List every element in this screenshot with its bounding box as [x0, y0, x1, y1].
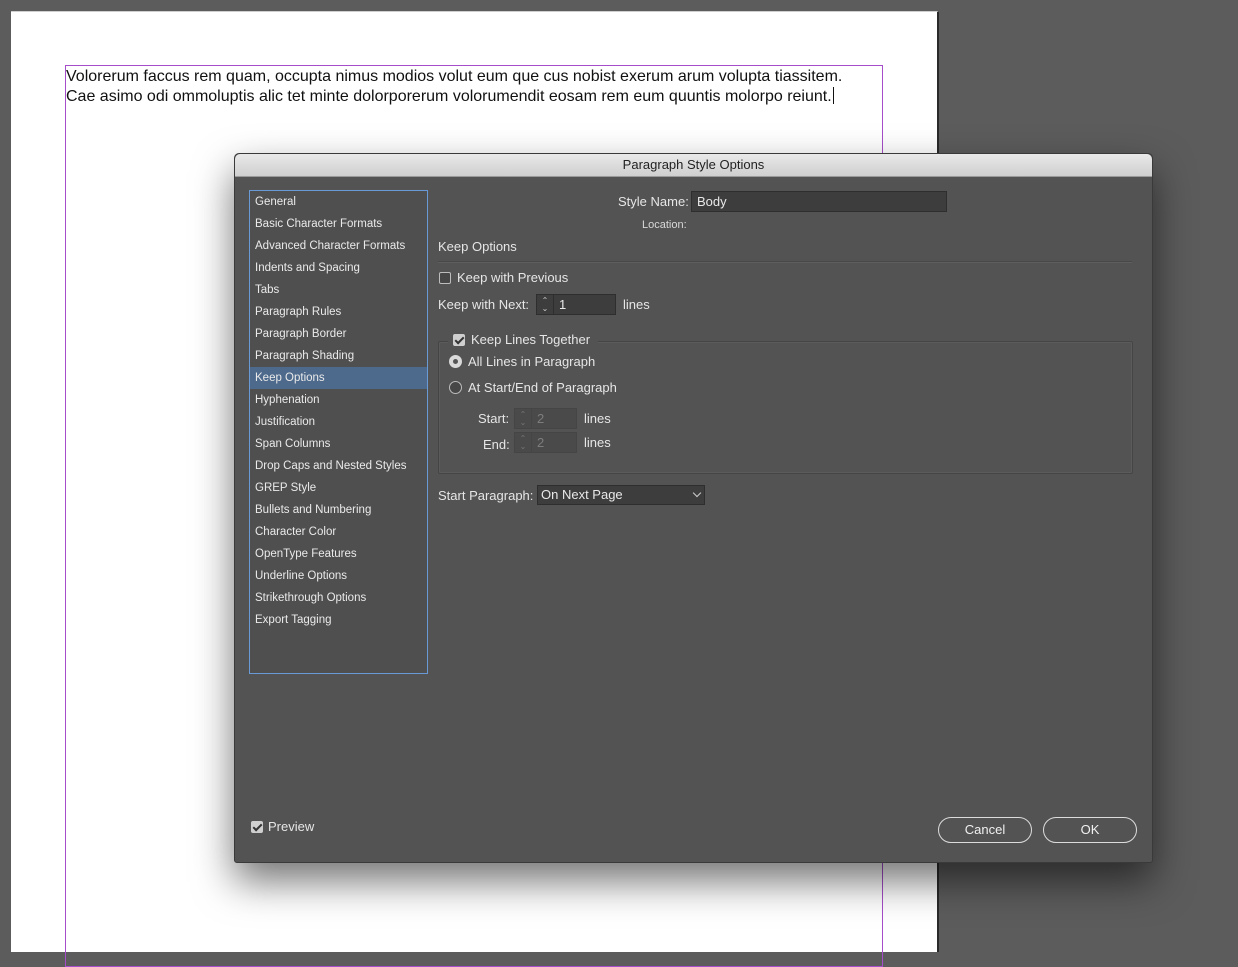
category-item[interactable]: Justification [250, 411, 427, 433]
category-item[interactable]: Export Tagging [250, 609, 427, 631]
location-label: Location: [642, 219, 687, 231]
category-item[interactable]: GREP Style [250, 477, 427, 499]
start-label: Start: [478, 411, 510, 426]
category-item[interactable]: General [250, 191, 427, 213]
style-name-label: Style Name: [618, 194, 689, 209]
end-input[interactable]: 2 [531, 432, 577, 453]
category-item[interactable]: OpenType Features [250, 543, 427, 565]
start-paragraph-select[interactable]: On Next Page [537, 485, 705, 505]
category-item[interactable]: Character Color [250, 521, 427, 543]
paragraph-style-options-dialog: Paragraph Style Options General Basic Cha… [234, 153, 1153, 863]
body-text-content: Volorerum faccus rem quam, occupta nimus… [66, 68, 843, 105]
category-item[interactable]: Hyphenation [250, 389, 427, 411]
section-title: Keep Options [438, 239, 517, 254]
stepper-down-icon[interactable]: ⌄ [520, 418, 527, 427]
category-item[interactable]: Advanced Character Formats [250, 235, 427, 257]
start-paragraph-value: On Next Page [541, 487, 623, 502]
end-label: End: [483, 437, 510, 452]
style-name-input[interactable]: Body [691, 191, 947, 212]
text-cursor [832, 87, 834, 104]
category-list[interactable]: General Basic Character Formats Advanced C… [249, 190, 428, 674]
end-stepper[interactable]: ⌃ ⌄ [514, 432, 531, 453]
category-item[interactable]: Tabs [250, 279, 427, 301]
keep-with-previous-label: Keep with Previous [457, 270, 569, 285]
start-paragraph-label: Start Paragraph: [438, 488, 534, 503]
category-item[interactable]: Indents and Spacing [250, 257, 427, 279]
keep-with-next-unit: lines [623, 297, 650, 312]
preview-label: Preview [268, 819, 315, 834]
keep-with-next-stepper[interactable]: ⌃ ⌄ [536, 294, 553, 315]
category-item[interactable]: Paragraph Border [250, 323, 427, 345]
section-divider [438, 261, 1132, 263]
body-text[interactable]: Volorerum faccus rem quam, occupta nimus… [66, 67, 866, 107]
category-item[interactable]: Paragraph Rules [250, 301, 427, 323]
preview-checkbox[interactable] [251, 821, 263, 833]
category-item[interactable]: Basic Character Formats [250, 213, 427, 235]
keep-lines-together-checkbox[interactable] [453, 334, 465, 346]
all-lines-radio[interactable] [449, 355, 462, 368]
stepper-down-icon[interactable]: ⌄ [542, 304, 549, 313]
category-item[interactable]: Underline Options [250, 565, 427, 587]
stepper-down-icon[interactable]: ⌄ [520, 442, 527, 451]
category-item[interactable]: Span Columns [250, 433, 427, 455]
category-item[interactable]: Drop Caps and Nested Styles [250, 455, 427, 477]
keep-lines-together-label: Keep Lines Together [471, 332, 591, 347]
keep-with-next-label: Keep with Next: [438, 297, 530, 312]
start-end-radio[interactable] [449, 381, 462, 394]
chevron-down-icon [692, 488, 702, 498]
category-item[interactable]: Strikethrough Options [250, 587, 427, 609]
cancel-button[interactable]: Cancel [938, 817, 1032, 843]
ok-button[interactable]: OK [1043, 817, 1137, 843]
keep-with-previous-checkbox[interactable] [439, 272, 451, 284]
dialog-title[interactable]: Paragraph Style Options [235, 154, 1152, 177]
keep-with-next-input[interactable]: 1 [553, 294, 616, 315]
category-item[interactable]: Keep Options [250, 367, 427, 389]
start-unit: lines [584, 411, 611, 426]
all-lines-label: All Lines in Paragraph [468, 354, 596, 369]
start-input[interactable]: 2 [531, 408, 577, 429]
start-end-label: At Start/End of Paragraph [468, 380, 617, 395]
category-item[interactable]: Bullets and Numbering [250, 499, 427, 521]
category-item[interactable]: Paragraph Shading [250, 345, 427, 367]
end-unit: lines [584, 435, 611, 450]
start-stepper[interactable]: ⌃ ⌄ [514, 408, 531, 429]
